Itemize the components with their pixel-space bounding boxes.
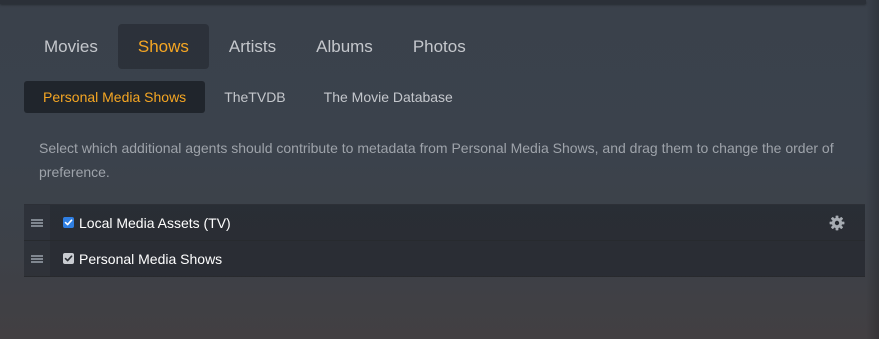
checkmark-icon — [64, 255, 73, 262]
tab-photos[interactable]: Photos — [393, 24, 486, 69]
drag-handle[interactable] — [24, 205, 50, 240]
agent-name: Local Media Assets (TV) — [79, 214, 231, 231]
tab-shows[interactable]: Shows — [117, 24, 209, 69]
agent-list: Local Media Assets (TV) Personal Media S… — [24, 204, 865, 277]
agent-row: Local Media Assets (TV) — [24, 204, 865, 241]
library-type-tabs: Movies Shows Artists Albums Photos — [24, 24, 486, 69]
tab-the-movie-database[interactable]: The Movie Database — [305, 81, 472, 113]
drag-handle-icon — [31, 218, 43, 227]
tab-thetvdb[interactable]: TheTVDB — [205, 81, 304, 113]
agent-checkbox[interactable] — [63, 217, 74, 228]
agent-name: Personal Media Shows — [79, 250, 223, 267]
agent-row-body: Local Media Assets (TV) — [50, 205, 865, 240]
top-panel-edge — [0, 0, 866, 4]
agent-tabs: Personal Media Shows TheTVDB The Movie D… — [24, 81, 472, 113]
drag-handle-icon — [31, 254, 43, 263]
gear-icon[interactable] — [829, 215, 845, 231]
tab-personal-media-shows[interactable]: Personal Media Shows — [24, 81, 206, 113]
agent-checkbox[interactable] — [63, 253, 74, 264]
tab-albums[interactable]: Albums — [296, 24, 393, 69]
tab-movies[interactable]: Movies — [24, 24, 118, 69]
right-panel-edge — [866, 0, 879, 339]
tab-artists[interactable]: Artists — [209, 24, 296, 69]
drag-handle[interactable] — [24, 241, 50, 276]
checkmark-icon — [64, 219, 73, 226]
agent-row: Personal Media Shows — [24, 241, 865, 277]
agent-description: Select which additional agents should co… — [39, 140, 834, 180]
agent-row-body: Personal Media Shows — [50, 241, 865, 276]
